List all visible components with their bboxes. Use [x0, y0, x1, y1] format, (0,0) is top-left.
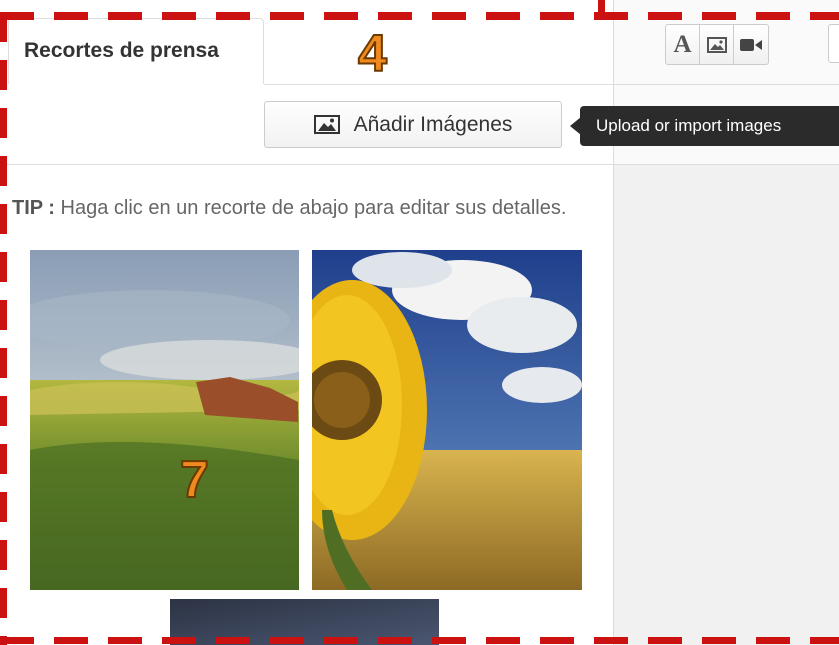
video-icon: [740, 38, 762, 51]
annotation-border-bottom: [0, 637, 839, 644]
landscape-photo: [30, 250, 299, 590]
tip-text: TIP : Haga clic en un recorte de abajo p…: [12, 198, 602, 219]
annotation-border-left: [0, 12, 7, 645]
text-tool-button[interactable]: A: [666, 25, 700, 64]
panel-title: Recortes de prensa: [24, 39, 219, 62]
section-divider: [0, 164, 614, 165]
image-icon: [313, 115, 340, 134]
text-icon: A: [673, 30, 692, 58]
callout-number: 7: [179, 450, 210, 510]
annotation-border-corner: [598, 0, 605, 20]
annotation-border-top: [0, 12, 839, 20]
video-tool-button[interactable]: [734, 25, 768, 64]
upload-tooltip: Upload or import images: [580, 106, 839, 146]
add-images-button[interactable]: Añadir Imágenes: [264, 101, 562, 148]
more-tools-button[interactable]: [828, 24, 839, 63]
clipping-thumbnail[interactable]: [312, 250, 582, 590]
sunflower-photo: [312, 250, 582, 590]
insert-tool-group: A: [665, 24, 769, 65]
add-images-label: Añadir Imágenes: [353, 112, 513, 136]
clipping-thumbnail[interactable]: [30, 250, 299, 590]
image-icon: [706, 36, 727, 53]
callout-number: 4: [357, 24, 388, 84]
image-tool-button[interactable]: [700, 25, 734, 64]
tip-label: TIP :: [12, 197, 55, 219]
tip-body: Haga clic en un recorte de abajo para ed…: [54, 197, 567, 219]
title-divider: [264, 84, 614, 85]
